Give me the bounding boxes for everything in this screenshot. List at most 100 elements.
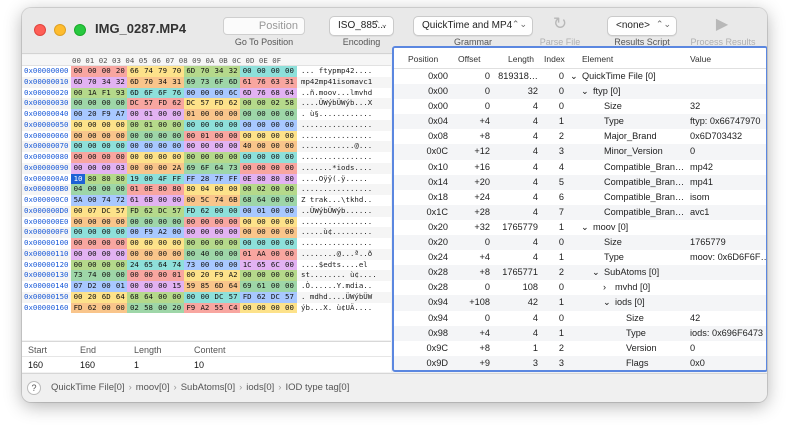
breadcrumb-item[interactable]: iods[0] — [246, 382, 274, 393]
hex-byte[interactable]: 00 — [254, 109, 269, 120]
hex-byte[interactable]: 00 — [85, 162, 100, 174]
hex-byte[interactable]: 00 — [141, 281, 156, 292]
position-input[interactable]: Position — [223, 17, 305, 35]
hex-byte[interactable]: 00 — [268, 216, 283, 228]
hex-byte[interactable]: 00 — [240, 302, 255, 314]
hex-byte[interactable]: 00 — [127, 130, 142, 142]
hex-byte[interactable]: 00 — [71, 152, 86, 163]
hex-byte[interactable]: 00 — [183, 291, 198, 303]
hex-byte[interactable]: 00 — [211, 130, 227, 142]
hex-byte[interactable]: 73 — [197, 76, 212, 88]
hex-byte[interactable]: 1C — [240, 259, 255, 271]
hex-byte[interactable]: 00 — [211, 152, 227, 163]
hex-byte[interactable]: 00 — [211, 119, 227, 131]
hex-byte[interactable]: 80 — [85, 173, 100, 185]
hex-byte[interactable]: 00 — [71, 162, 86, 174]
hex-byte[interactable]: 72 — [113, 195, 128, 206]
hex-view[interactable]: 00 01 02 03 04 05 06 07 08 09 0A 0B 0C 0… — [22, 55, 391, 340]
hex-byte[interactable]: 02 — [127, 302, 142, 314]
hex-row[interactable]: 0x00000000 00 00 00 20 66 74 79 70 6D 70 34 32 00 00 00… — [22, 66, 391, 77]
hex-byte[interactable]: 00 — [113, 184, 128, 195]
hex-byte[interactable]: A2 — [155, 227, 170, 238]
hex-byte[interactable]: 59 — [183, 281, 198, 292]
hex-row[interactable]: 0x00000050 00 00 00 00 00 01 00 00 00 00 00 00 00 00 00… — [22, 119, 391, 131]
hex-byte[interactable]: 00 — [85, 141, 100, 152]
hex-byte[interactable]: D2 — [85, 281, 100, 292]
hex-byte[interactable]: FD — [240, 291, 255, 303]
hex-byte[interactable]: 00 — [282, 238, 297, 249]
hex-byte[interactable]: 00 — [85, 259, 100, 271]
hex-byte[interactable]: 6D — [99, 291, 114, 303]
hex-byte[interactable]: 00 — [113, 227, 128, 238]
tree-row[interactable]: 0x28 +8 1765771 2 ⌄ SubAtoms [0] — [394, 265, 766, 281]
hex-row[interactable]: 0x00000140 07 D2 00 01 00 00 00 15 59 85 6D 64 69 61 00… — [22, 281, 391, 292]
hex-row[interactable]: 0x00000040 00 20 F9 A7 00 01 00 00 01 00 00 00 00 00 00… — [22, 109, 391, 120]
hex-byte[interactable]: 00 — [268, 227, 283, 238]
hex-byte[interactable]: 64 — [141, 291, 156, 303]
hex-byte[interactable]: 00 — [169, 152, 184, 163]
hex-byte[interactable]: 00 — [99, 270, 114, 281]
hex-byte[interactable]: FF — [169, 173, 184, 185]
hex-byte[interactable]: 00 — [211, 109, 227, 120]
hex-byte[interactable]: 00 — [282, 141, 297, 152]
hex-row[interactable]: 0x00000010 6D 70 34 32 6D 70 34 31 69 73 6F 6D 61 76 63… — [22, 76, 391, 88]
hex-byte[interactable]: 00 — [99, 248, 114, 260]
hex-byte[interactable]: 00 — [141, 270, 156, 281]
hex-byte[interactable]: 00 — [282, 109, 297, 120]
hex-byte[interactable]: DC — [127, 98, 142, 109]
hex-byte[interactable]: 68 — [127, 291, 142, 303]
hex-byte[interactable]: 00 — [226, 119, 241, 131]
help-button[interactable]: ? — [27, 381, 41, 395]
hex-byte[interactable]: 00 — [155, 248, 170, 260]
hex-byte[interactable]: 2A — [169, 162, 184, 174]
hex-byte[interactable]: 6B — [226, 195, 241, 206]
hex-byte[interactable]: 00 — [85, 238, 100, 249]
play-icon[interactable]: ▶ — [710, 14, 734, 34]
hex-byte[interactable]: 00 — [99, 162, 114, 174]
hex-byte[interactable]: 00 — [254, 119, 269, 131]
hex-byte[interactable]: 00 — [113, 302, 128, 314]
hex-byte[interactable]: 1A — [85, 87, 100, 99]
hex-byte[interactable]: 00 — [268, 248, 283, 260]
hex-byte[interactable]: 00 — [113, 141, 128, 152]
hex-byte[interactable]: 00 — [127, 162, 142, 174]
hex-byte[interactable]: 00 — [141, 130, 156, 142]
hex-byte[interactable]: 00 — [183, 195, 198, 206]
hex-byte[interactable]: 00 — [254, 141, 269, 152]
hex-byte[interactable]: 00 — [169, 248, 184, 260]
hex-byte[interactable]: 00 — [240, 98, 255, 109]
hex-byte[interactable]: 19 — [127, 173, 142, 185]
hex-byte[interactable]: 00 — [141, 248, 156, 260]
hex-byte[interactable]: 00 — [183, 227, 198, 238]
hex-byte[interactable]: 00 — [169, 227, 184, 238]
hex-byte[interactable]: 01 — [141, 119, 156, 131]
hex-byte[interactable]: 00 — [254, 66, 269, 77]
hex-row[interactable]: 0x000000A0 10 80 80 80 19 00 4F FF FF 28 7F FF 0E 80 80… — [22, 173, 391, 185]
hex-byte[interactable]: 00 — [113, 270, 128, 281]
hex-byte[interactable]: 00 — [254, 227, 269, 238]
hex-byte[interactable]: 76 — [169, 87, 184, 99]
hex-byte[interactable]: 00 — [254, 130, 269, 142]
hex-byte[interactable]: 00 — [71, 227, 86, 238]
hex-byte[interactable]: 00 — [240, 184, 255, 195]
tree-row[interactable]: 0x20 +32 1765779 1 ⌄ moov [0] — [394, 220, 766, 235]
index-column-header[interactable]: Index — [544, 54, 565, 64]
hex-byte[interactable]: 40 — [197, 248, 212, 260]
hex-byte[interactable]: 73 — [71, 270, 86, 281]
hex-byte[interactable]: 00 — [85, 119, 100, 131]
hex-byte[interactable]: 00 — [71, 248, 86, 260]
hex-byte[interactable]: 00 — [197, 227, 212, 238]
hex-byte[interactable]: 31 — [169, 76, 184, 88]
hex-byte[interactable]: 80 — [183, 184, 198, 195]
hex-byte[interactable]: 57 — [113, 205, 128, 217]
hex-byte[interactable]: 70 — [197, 66, 212, 77]
hex-byte[interactable]: 0E — [141, 184, 156, 195]
breadcrumb-item[interactable]: moov[0] — [136, 382, 170, 393]
hex-byte[interactable]: 00 — [226, 238, 241, 249]
hex-byte[interactable]: 00 — [211, 238, 227, 249]
hex-byte[interactable]: 57 — [226, 291, 241, 303]
hex-byte[interactable]: 85 — [197, 281, 212, 292]
hex-byte[interactable]: 00 — [268, 238, 283, 249]
hex-byte[interactable]: A2 — [197, 302, 212, 314]
hex-byte[interactable]: 00 — [183, 238, 198, 249]
